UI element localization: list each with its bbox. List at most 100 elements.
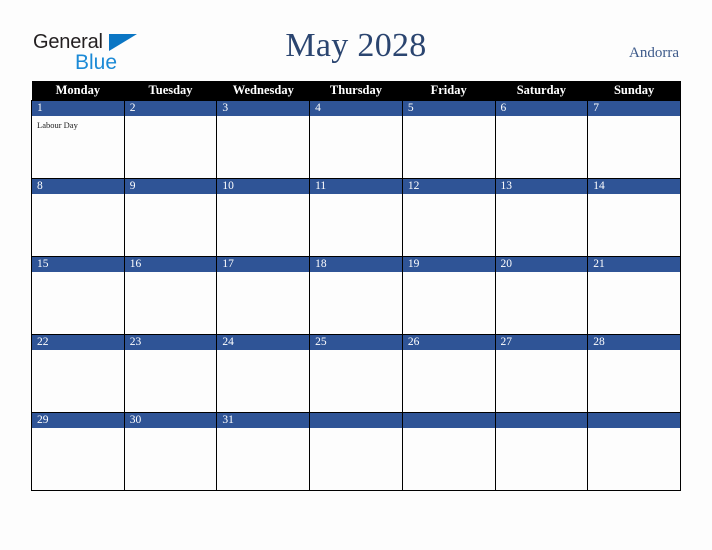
page-title: May 2028	[285, 27, 427, 64]
calendar-day-cell[interactable]: 22	[31, 334, 125, 413]
day-cell-content	[310, 413, 402, 490]
day-cell-content: 5	[402, 101, 495, 178]
calendar-day-cell[interactable]: 1 Labour Day	[31, 100, 125, 179]
page-header: General Blue May 2028 Andorra	[0, 0, 712, 80]
calendar-day-cell[interactable]: 27	[494, 334, 589, 413]
day-cell-content: 23	[124, 335, 217, 412]
day-number: 9	[124, 179, 217, 194]
calendar-body: 1 Labour Day 2 3 4 5 6 7 8 9 10 11 12 13 14 15 16 17 18 19 2…	[31, 100, 681, 491]
calendar-day-cell[interactable]: 5	[401, 100, 496, 179]
day-cell-content: 14	[588, 179, 680, 256]
calendar-day-cell[interactable]	[401, 412, 496, 491]
day-number: 17	[217, 257, 310, 272]
calendar-day-cell[interactable]: 6	[494, 100, 589, 179]
calendar-week-row: 29 30 31	[31, 412, 681, 491]
day-cell-content	[402, 413, 495, 490]
calendar-day-cell[interactable]: 24	[216, 334, 311, 413]
calendar-day-cell[interactable]: 20	[494, 256, 589, 335]
calendar-table: Monday Tuesday Wednesday Thursday Friday…	[31, 81, 681, 491]
day-number	[588, 413, 680, 428]
calendar-day-cell[interactable]	[494, 412, 589, 491]
day-number: 27	[495, 335, 588, 350]
calendar-week-row: 15 16 17 18 19 20 21	[31, 256, 681, 335]
calendar-day-cell[interactable]: 13	[494, 178, 589, 257]
calendar-day-cell[interactable]	[587, 412, 681, 491]
day-number: 19	[402, 257, 495, 272]
calendar-weekday-header: Monday Tuesday Wednesday Thursday Friday…	[31, 81, 681, 101]
day-cell-content	[495, 413, 588, 490]
calendar-day-cell[interactable]: 11	[309, 178, 403, 257]
day-cell-content: 3	[217, 101, 310, 178]
country-label: Andorra	[629, 45, 679, 61]
day-cell-content: 19	[402, 257, 495, 334]
day-cell-content	[588, 413, 680, 490]
day-number: 25	[310, 335, 402, 350]
day-cell-content: 31	[217, 413, 310, 490]
calendar-week-row: 8 9 10 11 12 13 14	[31, 178, 681, 257]
calendar-day-cell[interactable]: 29	[31, 412, 125, 491]
day-number: 18	[310, 257, 402, 272]
day-cell-content: 18	[310, 257, 402, 334]
day-cell-content: 30	[124, 413, 217, 490]
day-number: 8	[32, 179, 124, 194]
calendar-week-row: 22 23 24 25 26 27 28	[31, 334, 681, 413]
day-number: 20	[495, 257, 588, 272]
day-number: 21	[588, 257, 680, 272]
day-number	[402, 413, 495, 428]
day-cell-content: 15	[32, 257, 124, 334]
day-number: 31	[217, 413, 310, 428]
day-number: 1	[32, 101, 124, 116]
day-cell-content: 11	[310, 179, 402, 256]
calendar-day-cell[interactable]: 14	[587, 178, 681, 257]
weekday-header-sunday: Sunday	[587, 81, 681, 101]
calendar-day-cell[interactable]: 30	[123, 412, 218, 491]
day-number: 5	[402, 101, 495, 116]
day-cell-content: 28	[588, 335, 680, 412]
calendar-day-cell[interactable]: 2	[123, 100, 218, 179]
calendar-day-cell[interactable]: 4	[309, 100, 403, 179]
calendar-day-cell[interactable]	[309, 412, 403, 491]
day-cell-content: 21	[588, 257, 680, 334]
weekday-header-tuesday: Tuesday	[124, 81, 217, 101]
calendar-day-cell[interactable]: 26	[401, 334, 496, 413]
calendar-day-cell[interactable]: 18	[309, 256, 403, 335]
day-cell-content: 4	[310, 101, 402, 178]
day-cell-content: 20	[495, 257, 588, 334]
calendar-day-cell[interactable]: 16	[123, 256, 218, 335]
day-cell-content: 29	[32, 413, 124, 490]
calendar-day-cell[interactable]: 19	[401, 256, 496, 335]
day-number: 16	[124, 257, 217, 272]
day-cell-content: 12	[402, 179, 495, 256]
calendar-day-cell[interactable]: 7	[587, 100, 681, 179]
day-number	[495, 413, 588, 428]
day-cell-content: 17	[217, 257, 310, 334]
day-number: 28	[588, 335, 680, 350]
day-cell-content: 2	[124, 101, 217, 178]
calendar-day-cell[interactable]: 31	[216, 412, 311, 491]
calendar-day-cell[interactable]: 28	[587, 334, 681, 413]
day-number: 24	[217, 335, 310, 350]
calendar-day-cell[interactable]: 25	[309, 334, 403, 413]
day-number: 23	[124, 335, 217, 350]
weekday-header-friday: Friday	[402, 81, 496, 101]
day-cell-content: 16	[124, 257, 217, 334]
calendar-day-cell[interactable]: 17	[216, 256, 311, 335]
day-cell-content: 24	[217, 335, 310, 412]
calendar-page: General Blue May 2028 Andorra Monday Tue…	[0, 0, 712, 550]
day-number: 26	[402, 335, 495, 350]
day-cell-content: 27	[495, 335, 588, 412]
calendar-day-cell[interactable]: 3	[216, 100, 311, 179]
day-cell-content: 9	[124, 179, 217, 256]
calendar-day-cell[interactable]: 15	[31, 256, 125, 335]
calendar-day-cell[interactable]: 23	[123, 334, 218, 413]
day-cell-content: 8	[32, 179, 124, 256]
day-number: 14	[588, 179, 680, 194]
calendar-day-cell[interactable]: 8	[31, 178, 125, 257]
calendar-day-cell[interactable]: 9	[123, 178, 218, 257]
calendar-day-cell[interactable]: 21	[587, 256, 681, 335]
day-number: 6	[495, 101, 588, 116]
weekday-header-monday: Monday	[31, 81, 125, 101]
calendar-day-cell[interactable]: 12	[401, 178, 496, 257]
day-number: 12	[402, 179, 495, 194]
calendar-day-cell[interactable]: 10	[216, 178, 311, 257]
